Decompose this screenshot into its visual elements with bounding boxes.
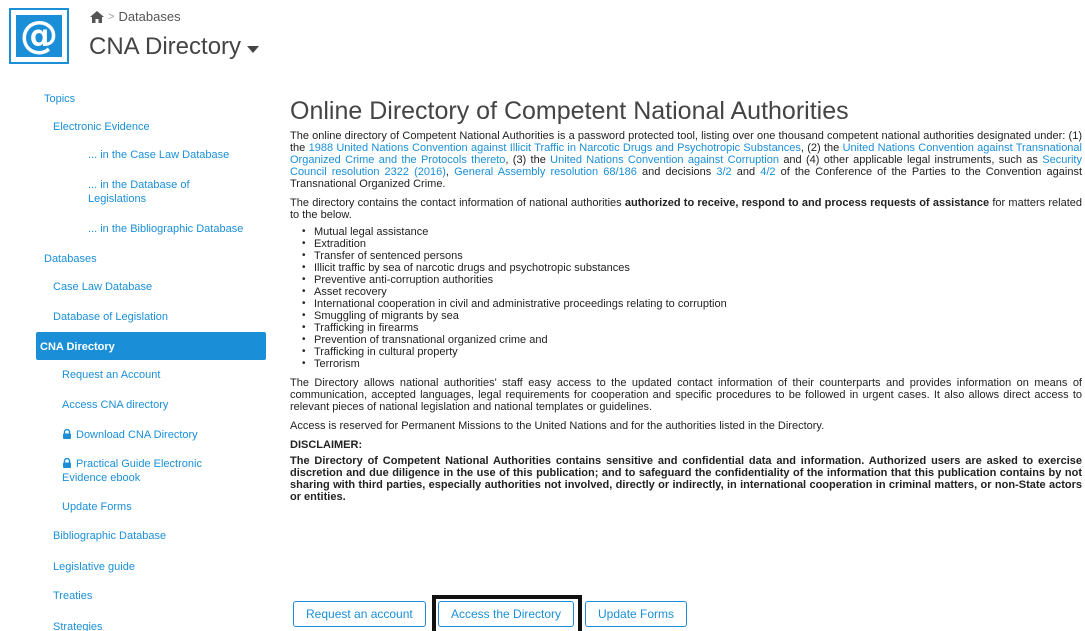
highlight-box — [432, 595, 582, 631]
list-item: Transfer of sentenced persons — [302, 250, 1082, 262]
disclaimer-heading: DISCLAIMER: — [290, 439, 363, 451]
sidebar-item-topics[interactable]: Topics — [44, 92, 274, 106]
text: , (3) the — [505, 154, 551, 166]
link-decision-3-2[interactable]: 3/2 — [716, 166, 731, 178]
access-paragraph: The Directory allows national authoritie… — [290, 377, 1082, 413]
sidebar-item-label: Download CNA Directory — [76, 429, 198, 441]
text: , (2) the — [800, 142, 843, 154]
sidebar-item-strategies[interactable]: Strategies — [53, 620, 283, 631]
sidebar-item-cna-directory[interactable]: CNA Directory — [36, 332, 266, 360]
list-item: Preventive anti-corruption authorities — [302, 274, 1082, 286]
sidebar-item-case-law-database[interactable]: Case Law Database — [53, 280, 283, 294]
list-item: Illicit traffic by sea of narcotic drugs… — [302, 262, 1082, 274]
sidebar-item-ee-bibliographic[interactable]: ... in the Bibliographic Database — [88, 222, 318, 236]
list-item: Prevention of transnational organized cr… — [302, 334, 1082, 346]
sidebar-item-database-of-legislation[interactable]: Database of Legislation — [53, 310, 283, 324]
breadcrumb: > Databases — [90, 9, 181, 24]
at-sign-icon: @ — [16, 15, 62, 57]
sidebar-item-update-forms[interactable]: Update Forms — [62, 500, 292, 514]
list-item: Mutual legal assistance — [302, 226, 1082, 238]
sidebar-item-ee-legislations[interactable]: ... in the Database of Legislations — [88, 178, 238, 206]
disclaimer-text: The Directory of Competent National Auth… — [290, 455, 1082, 503]
text: and (4) other applicable legal instrumen… — [779, 154, 1043, 166]
sidebar-item-legislative-guide[interactable]: Legislative guide — [53, 560, 283, 574]
list-item: Terrorism — [302, 358, 1082, 370]
sidebar-item-access-cna-directory[interactable]: Access CNA directory — [62, 398, 292, 412]
update-forms-button[interactable]: Update Forms — [585, 601, 688, 627]
text: , — [445, 166, 455, 178]
intro-paragraph: The online directory of Competent Nation… — [290, 130, 1082, 190]
site-title-dropdown[interactable]: CNA Directory — [89, 33, 260, 61]
sidebar-item-databases[interactable]: Databases — [44, 252, 274, 266]
sidebar-item-treaties[interactable]: Treaties — [53, 589, 283, 603]
breadcrumb-separator-icon: > — [108, 10, 115, 23]
sidebar-item-label: CNA Directory — [40, 341, 115, 353]
link-decision-4-2[interactable]: 4/2 — [760, 166, 775, 178]
list-item: Asset recovery — [302, 286, 1082, 298]
list-item: Trafficking in firearms — [302, 322, 1082, 334]
text: and — [731, 166, 761, 178]
list-item: International cooperation in civil and a… — [302, 298, 1082, 310]
list-item: Extradition — [302, 238, 1082, 250]
breadcrumb-databases[interactable]: Databases — [118, 9, 180, 24]
link-1988-convention[interactable]: 1988 United Nations Convention against I… — [309, 142, 801, 154]
link-ga-resolution[interactable]: General Assembly resolution 68/186 — [454, 166, 637, 178]
caret-down-icon — [247, 45, 260, 53]
main-content: Online Directory of Competent National A… — [290, 96, 1082, 510]
sidebar-item-label: Practical Guide Electronic Evidence eboo… — [62, 458, 202, 484]
sidebar-item-electronic-evidence[interactable]: Electronic Evidence — [53, 120, 283, 134]
link-uncac[interactable]: United Nations Convention against Corrup… — [550, 154, 779, 166]
sidebar-item-request-account[interactable]: Request an Account — [62, 368, 292, 382]
request-account-button[interactable]: Request an account — [293, 601, 426, 627]
home-icon[interactable] — [90, 10, 104, 23]
text: The directory contains the contact infor… — [290, 197, 625, 209]
site-logo[interactable]: @ — [9, 8, 69, 64]
sidebar-item-ee-case-law[interactable]: ... in the Case Law Database — [88, 148, 318, 162]
directory-paragraph: The directory contains the contact infor… — [290, 197, 1082, 221]
list-item: Trafficking in cultural property — [302, 346, 1082, 358]
page-title: Online Directory of Competent National A… — [290, 97, 849, 125]
text: and decisions — [636, 166, 717, 178]
lock-icon — [63, 429, 71, 439]
lock-icon — [63, 458, 71, 468]
list-item: Smuggling of migrants by sea — [302, 310, 1082, 322]
sidebar-item-bibliographic-database[interactable]: Bibliographic Database — [53, 529, 283, 543]
sidebar-item-practical-guide[interactable]: Practical Guide Electronic Evidence eboo… — [62, 457, 237, 485]
reserved-paragraph: Access is reserved for Permanent Mission… — [290, 420, 825, 432]
site-title: CNA Directory — [89, 33, 242, 60]
sidebar-item-download-cna-directory[interactable]: Download CNA Directory — [62, 428, 292, 442]
matters-list: Mutual legal assistance Extradition Tran… — [302, 226, 1082, 370]
bold-text: authorized to receive, respond to and pr… — [624, 197, 990, 209]
